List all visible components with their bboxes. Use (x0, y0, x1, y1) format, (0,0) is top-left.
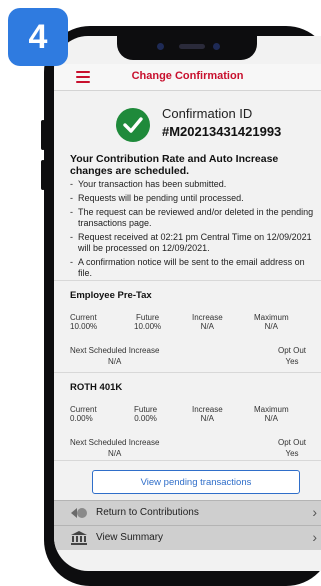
next-scheduled-value: N/A (108, 449, 122, 458)
scheduled-message: Your Contribution Rate and Auto Increase… (70, 153, 279, 177)
increase-cell: Increase N/A (192, 405, 223, 423)
step-badge: 4 (8, 8, 68, 66)
future-cell: Future 0.00% (134, 405, 158, 423)
checkmark-icon (116, 108, 150, 142)
view-pending-transactions-button[interactable]: View pending transactions (92, 470, 300, 494)
next-scheduled-row: Next Scheduled Increase N/A Opt Out Yes (70, 345, 310, 369)
app-screen: Change Confirmation Confirmation ID #M20… (54, 36, 321, 571)
section-employee-pretax: Employee Pre-Tax Current 10.00% Future 10.… (70, 290, 310, 369)
next-scheduled-label: Next Scheduled Increase (70, 438, 160, 447)
section-roth-401k: ROTH 401K Current 0.00% Future 0.00% Incre… (70, 382, 310, 461)
phone-side-button (41, 120, 45, 150)
confirmation-label: Confirmation ID (162, 106, 253, 121)
section-title: Employee Pre-Tax (70, 290, 152, 301)
list-item: - Requests will be pending until processe… (70, 193, 244, 203)
contribution-grid: Current 10.00% Future 10.00% Increase N/A M… (70, 313, 310, 343)
list-item: - Request received at 02:21 pm Central Ti… (70, 232, 312, 253)
view-summary-button[interactable]: View Summary › (54, 525, 321, 550)
chevron-right-icon: › (312, 529, 317, 545)
contribution-grid: Current 0.00% Future 0.00% Increase N/A Max… (70, 405, 310, 435)
divider (54, 280, 321, 281)
app-header: Change Confirmation (54, 64, 321, 91)
list-item: - The request can be reviewed and/or dele… (70, 207, 314, 228)
current-cell: Current 0.00% (70, 405, 97, 423)
return-to-contributions-button[interactable]: Return to Contributions › (54, 500, 321, 525)
section-title: ROTH 401K (70, 382, 123, 393)
divider (54, 460, 321, 461)
next-scheduled-value: N/A (108, 357, 122, 366)
return-arrow-icon (70, 506, 88, 525)
opt-out: Opt Out Yes (277, 346, 306, 366)
current-cell: Current 10.00% (70, 313, 98, 331)
view-summary-label: View Summary (96, 532, 164, 543)
future-cell: Future 10.00% (134, 313, 162, 331)
sensor-icon (213, 43, 220, 50)
maximum-cell: Maximum N/A (254, 313, 289, 331)
return-to-contributions-label: Return to Contributions (96, 507, 199, 518)
chevron-right-icon: › (312, 504, 317, 520)
camera-icon (157, 43, 164, 50)
confirmation-block: Confirmation ID #M20213431421993 (116, 106, 316, 148)
speaker-icon (179, 44, 205, 49)
opt-out: Opt Out Yes (277, 438, 306, 458)
phone-side-button (41, 160, 45, 190)
page-title: Change Confirmation (131, 70, 244, 82)
increase-cell: Increase N/A (192, 313, 223, 331)
divider (54, 372, 321, 373)
phone-notch (117, 36, 257, 60)
list-item: -A confirmation notice will be sent to t… (70, 257, 305, 278)
notes-list: - Your transaction has been submitted. -R… (70, 179, 316, 282)
bank-icon (70, 531, 88, 550)
maximum-cell: Maximum N/A (254, 405, 289, 423)
next-scheduled-row: Next Scheduled Increase N/A Opt Out Yes (70, 437, 310, 461)
next-scheduled-label: Next Scheduled Increase (70, 346, 160, 355)
confirmation-id: #M20213431421993 (162, 124, 282, 139)
list-item: - Your transaction has been submitted. (70, 179, 227, 189)
